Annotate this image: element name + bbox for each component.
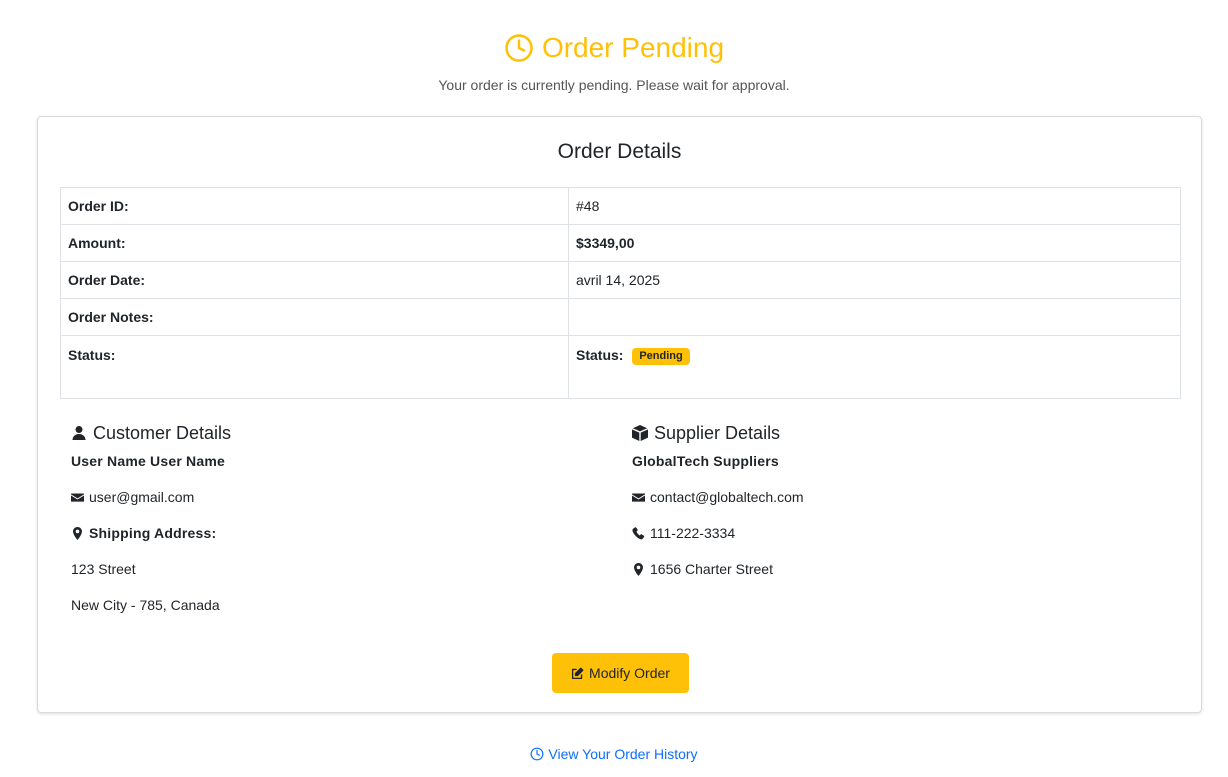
- customer-email: user@gmail.com: [89, 489, 195, 505]
- map-marker-icon: [71, 526, 84, 540]
- supplier-address: 1656 Charter Street: [650, 561, 773, 577]
- edit-icon: [571, 667, 584, 680]
- order-history-link[interactable]: View Your Order History: [530, 746, 698, 762]
- supplier-email-line: contact@globaltech.com: [632, 488, 1132, 506]
- table-row: Amount: $3349,00: [60, 224, 1181, 262]
- amount-value: $3349,00: [568, 224, 1181, 262]
- supplier-details-heading-text: Supplier Details: [654, 423, 781, 443]
- page-title-text: Order Pending: [541, 32, 725, 63]
- order-details-title: Order Details: [557, 140, 682, 163]
- order-details-table: Order ID: #48 Amount: $3349,00 Order Dat…: [60, 187, 1181, 399]
- clock-icon: [504, 33, 534, 63]
- envelope-icon: [71, 491, 84, 504]
- user-icon: [71, 425, 87, 441]
- supplier-email: contact@globaltech.com: [650, 489, 804, 505]
- supplier-details-heading: Supplier Details: [632, 422, 1132, 444]
- envelope-icon: [632, 491, 645, 504]
- page-header: Order Pending Your order is currently pe…: [0, 0, 1228, 94]
- clock-icon: [530, 747, 544, 761]
- customer-details-heading-text: Customer Details: [93, 423, 232, 443]
- supplier-details: Supplier Details GlobalTech Suppliers co…: [632, 422, 1132, 578]
- status-badge: Pending: [632, 348, 690, 365]
- table-row: Order Date: avril 14, 2025: [60, 261, 1181, 299]
- order-date-label: Order Date:: [60, 261, 569, 299]
- order-card: Order Details Order ID: #48 Amount: $334…: [37, 116, 1202, 713]
- status-cell: Status: Pending: [568, 335, 1181, 399]
- order-notes-value: [568, 298, 1181, 336]
- page-title: Order Pending: [504, 30, 724, 66]
- order-date-value: avril 14, 2025: [568, 261, 1181, 299]
- customer-name: User Name User Name: [71, 453, 225, 469]
- table-row: Order ID: #48: [60, 187, 1181, 225]
- shipping-address-label: Shipping Address:: [89, 525, 217, 541]
- customer-details: Customer Details User Name User Name use…: [71, 422, 571, 614]
- supplier-name: GlobalTech Suppliers: [632, 453, 779, 469]
- order-history-label: View Your Order History: [548, 746, 698, 762]
- supplier-address-line: 1656 Charter Street: [632, 560, 1132, 578]
- map-marker-icon: [632, 562, 645, 576]
- order-id-label: Order ID:: [60, 187, 569, 225]
- modify-order-label: Modify Order: [589, 665, 670, 681]
- order-id-value: #48: [568, 187, 1181, 225]
- status-inner-label: Status:: [576, 347, 624, 363]
- order-pending-page: Order Pending Your order is currently pe…: [0, 0, 1228, 777]
- order-notes-label: Order Notes:: [60, 298, 569, 336]
- customer-address-line2: New City - 785, Canada: [71, 597, 220, 613]
- table-row: Order Notes:: [60, 298, 1181, 336]
- status-label: Status:: [60, 335, 569, 399]
- page-subtitle: Your order is currently pending. Please …: [438, 77, 790, 93]
- customer-email-line: user@gmail.com: [71, 488, 571, 506]
- order-history-section: View Your Order History: [0, 746, 1228, 764]
- phone-icon: [632, 526, 645, 540]
- amount-label: Amount:: [60, 224, 569, 262]
- box-icon: [632, 425, 648, 441]
- customer-details-heading: Customer Details: [71, 422, 571, 444]
- table-row: Status: Status: Pending: [60, 335, 1181, 399]
- supplier-phone-line: 111-222-3334: [632, 524, 1132, 542]
- modify-order-button[interactable]: Modify Order: [552, 653, 689, 693]
- supplier-phone: 111-222-3334: [650, 525, 736, 541]
- shipping-address-line: Shipping Address:: [71, 524, 571, 542]
- customer-address-line1: 123 Street: [71, 561, 136, 577]
